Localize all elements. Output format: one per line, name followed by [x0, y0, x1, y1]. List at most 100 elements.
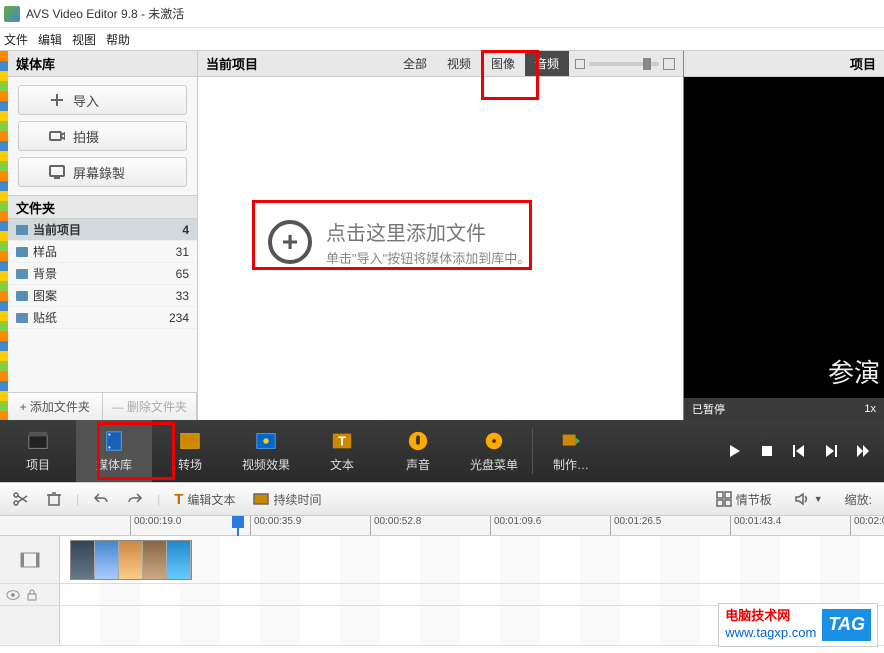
zoom-label: 缩放: — [841, 489, 876, 510]
folder-icon — [16, 291, 28, 301]
cut-button[interactable] — [8, 489, 32, 509]
add-files-prompt[interactable]: + 点击这里添加文件 单击"导入"按钮将媒体添加到库中。 — [268, 217, 530, 267]
mode-disc-menu[interactable]: 光盘菜单 — [456, 420, 532, 482]
mode-text[interactable]: T 文本 — [304, 420, 380, 482]
transport-controls — [728, 420, 884, 482]
duration-button[interactable]: 持续时间 — [249, 489, 325, 510]
storyboard-button[interactable]: 情节板 — [712, 489, 776, 510]
mode-audio[interactable]: 声音 — [380, 420, 456, 482]
folder-item-backgrounds[interactable]: 背景65 — [8, 263, 197, 285]
menu-file[interactable]: 文件 — [4, 31, 28, 48]
preview-panel: 项目 参演 已暂停 1x — [684, 51, 884, 420]
menu-help[interactable]: 帮助 — [106, 31, 130, 48]
tab-image[interactable]: 图像 — [481, 51, 525, 76]
timeline-ruler[interactable]: 00:00:19.0 00:00:35.9 00:00:52.8 00:01:0… — [0, 516, 884, 536]
mic-icon — [405, 430, 431, 452]
menu-view[interactable]: 视图 — [72, 31, 96, 48]
produce-icon — [558, 430, 584, 452]
screen-record-button[interactable]: 屏幕錄製 — [18, 157, 187, 187]
import-button[interactable]: 导入 — [18, 85, 187, 115]
tab-audio[interactable]: 音频 — [525, 51, 569, 76]
volume-button[interactable]: ▼ — [790, 489, 827, 509]
mode-produce[interactable]: 制作… — [533, 420, 609, 482]
ruler-tick: 00:01:26.5 — [610, 516, 661, 535]
ruler-tick: 00:00:52.8 — [370, 516, 421, 535]
speed-icon[interactable] — [856, 444, 870, 458]
screenrec-label: 屏幕錄製 — [73, 163, 125, 182]
import-label: 导入 — [73, 91, 99, 110]
video-track[interactable] — [0, 536, 884, 584]
disc-icon — [481, 430, 507, 452]
mode-project[interactable]: 项目 — [0, 420, 76, 482]
add-folder-button[interactable]: + 添加文件夹 — [8, 393, 103, 420]
film-icon — [20, 552, 40, 568]
mode-media-library[interactable]: 媒体库 — [76, 420, 152, 482]
ruler-tick: 00:01:43.4 — [730, 516, 781, 535]
capture-button[interactable]: 拍摄 — [18, 121, 187, 151]
folder-icon — [16, 313, 28, 323]
folder-item-samples[interactable]: 样品31 — [8, 241, 197, 263]
mode-video-effects[interactable]: 视频效果 — [228, 420, 304, 482]
preview-video-area[interactable]: 参演 — [684, 77, 884, 398]
current-project-label: 当前项目 — [206, 54, 258, 73]
text-icon: T — [329, 430, 355, 452]
tab-video[interactable]: 视频 — [437, 51, 481, 76]
left-color-strip — [0, 51, 8, 420]
watermark-url: www.tagxp.com — [725, 625, 816, 642]
folders-header: 文件夹 — [8, 195, 197, 219]
menu-edit[interactable]: 编辑 — [38, 31, 62, 48]
media-library-header: 媒体库 — [8, 51, 197, 77]
transition-icon — [177, 430, 203, 452]
camera-icon — [49, 128, 65, 144]
ruler-tick: 00:01:09.6 — [490, 516, 541, 535]
undo-icon — [93, 491, 109, 507]
folder-icon — [16, 225, 28, 235]
scissors-icon — [12, 491, 28, 507]
watermark-tag: TAG — [822, 609, 871, 640]
tab-all[interactable]: 全部 — [393, 51, 437, 76]
media-library-panel: 媒体库 导入 拍摄 屏幕錄製 文件夹 当前项目4 样品31 背景65 图案33 … — [8, 51, 198, 420]
delete-folder-button[interactable]: — 删除文件夹 — [103, 393, 198, 420]
edit-text-button[interactable]: T编辑文本 — [170, 489, 239, 510]
folder-item-stickers[interactable]: 贴纸234 — [8, 307, 197, 329]
thumbnail-zoom-slider[interactable] — [575, 58, 675, 70]
timeline-toolbar: | | T编辑文本 持续时间 情节板 ▼ 缩放: — [0, 482, 884, 516]
redo-icon — [127, 491, 143, 507]
folder-icon — [16, 247, 28, 257]
lock-icon[interactable] — [26, 589, 38, 601]
zoom-small-icon — [575, 59, 585, 69]
capture-label: 拍摄 — [73, 127, 99, 146]
ruler-tick: 00:00:19.0 — [130, 516, 181, 535]
app-icon — [4, 6, 20, 22]
cast-credit-text: 参演 — [828, 353, 880, 390]
video-clip[interactable] — [70, 540, 192, 580]
mode-transitions[interactable]: 转场 — [152, 420, 228, 482]
undo-button[interactable] — [89, 489, 113, 509]
mode-toolbar: 项目 媒体库 转场 视频效果 T 文本 声音 光盘菜单 制作… — [0, 420, 884, 482]
window-title: AVS Video Editor 9.8 - 未激活 — [26, 5, 184, 22]
play-icon[interactable] — [728, 444, 742, 458]
folder-list: 当前项目4 样品31 背景65 图案33 贴纸234 — [8, 219, 197, 392]
folder-item-patterns[interactable]: 图案33 — [8, 285, 197, 307]
speaker-icon — [794, 491, 810, 507]
fx-icon — [253, 430, 279, 452]
ruler-tick: 00:02:00 — [850, 516, 884, 535]
plus-circle-icon: + — [268, 220, 312, 264]
eye-icon[interactable] — [6, 589, 20, 601]
plus-icon — [49, 92, 65, 108]
folder-item-current[interactable]: 当前项目4 — [8, 219, 197, 241]
svg-text:T: T — [338, 433, 346, 448]
center-panel: 当前项目 全部 视频 图像 音频 + 点击这里添加文件 单击"导入"按钮将媒体添… — [198, 51, 684, 420]
next-icon[interactable] — [824, 444, 838, 458]
playback-speed: 1x — [864, 403, 876, 415]
stop-icon[interactable] — [760, 444, 774, 458]
center-header: 当前项目 全部 视频 图像 音频 — [198, 51, 683, 77]
trash-icon — [46, 491, 62, 507]
prev-icon[interactable] — [792, 444, 806, 458]
menubar: 文件 编辑 视图 帮助 — [0, 28, 884, 50]
delete-button[interactable] — [42, 489, 66, 509]
redo-button[interactable] — [123, 489, 147, 509]
watermark-badge: 电脑技术网 www.tagxp.com TAG — [718, 603, 878, 647]
grid-icon — [716, 491, 732, 507]
add-files-title: 点击这里添加文件 — [326, 217, 530, 246]
